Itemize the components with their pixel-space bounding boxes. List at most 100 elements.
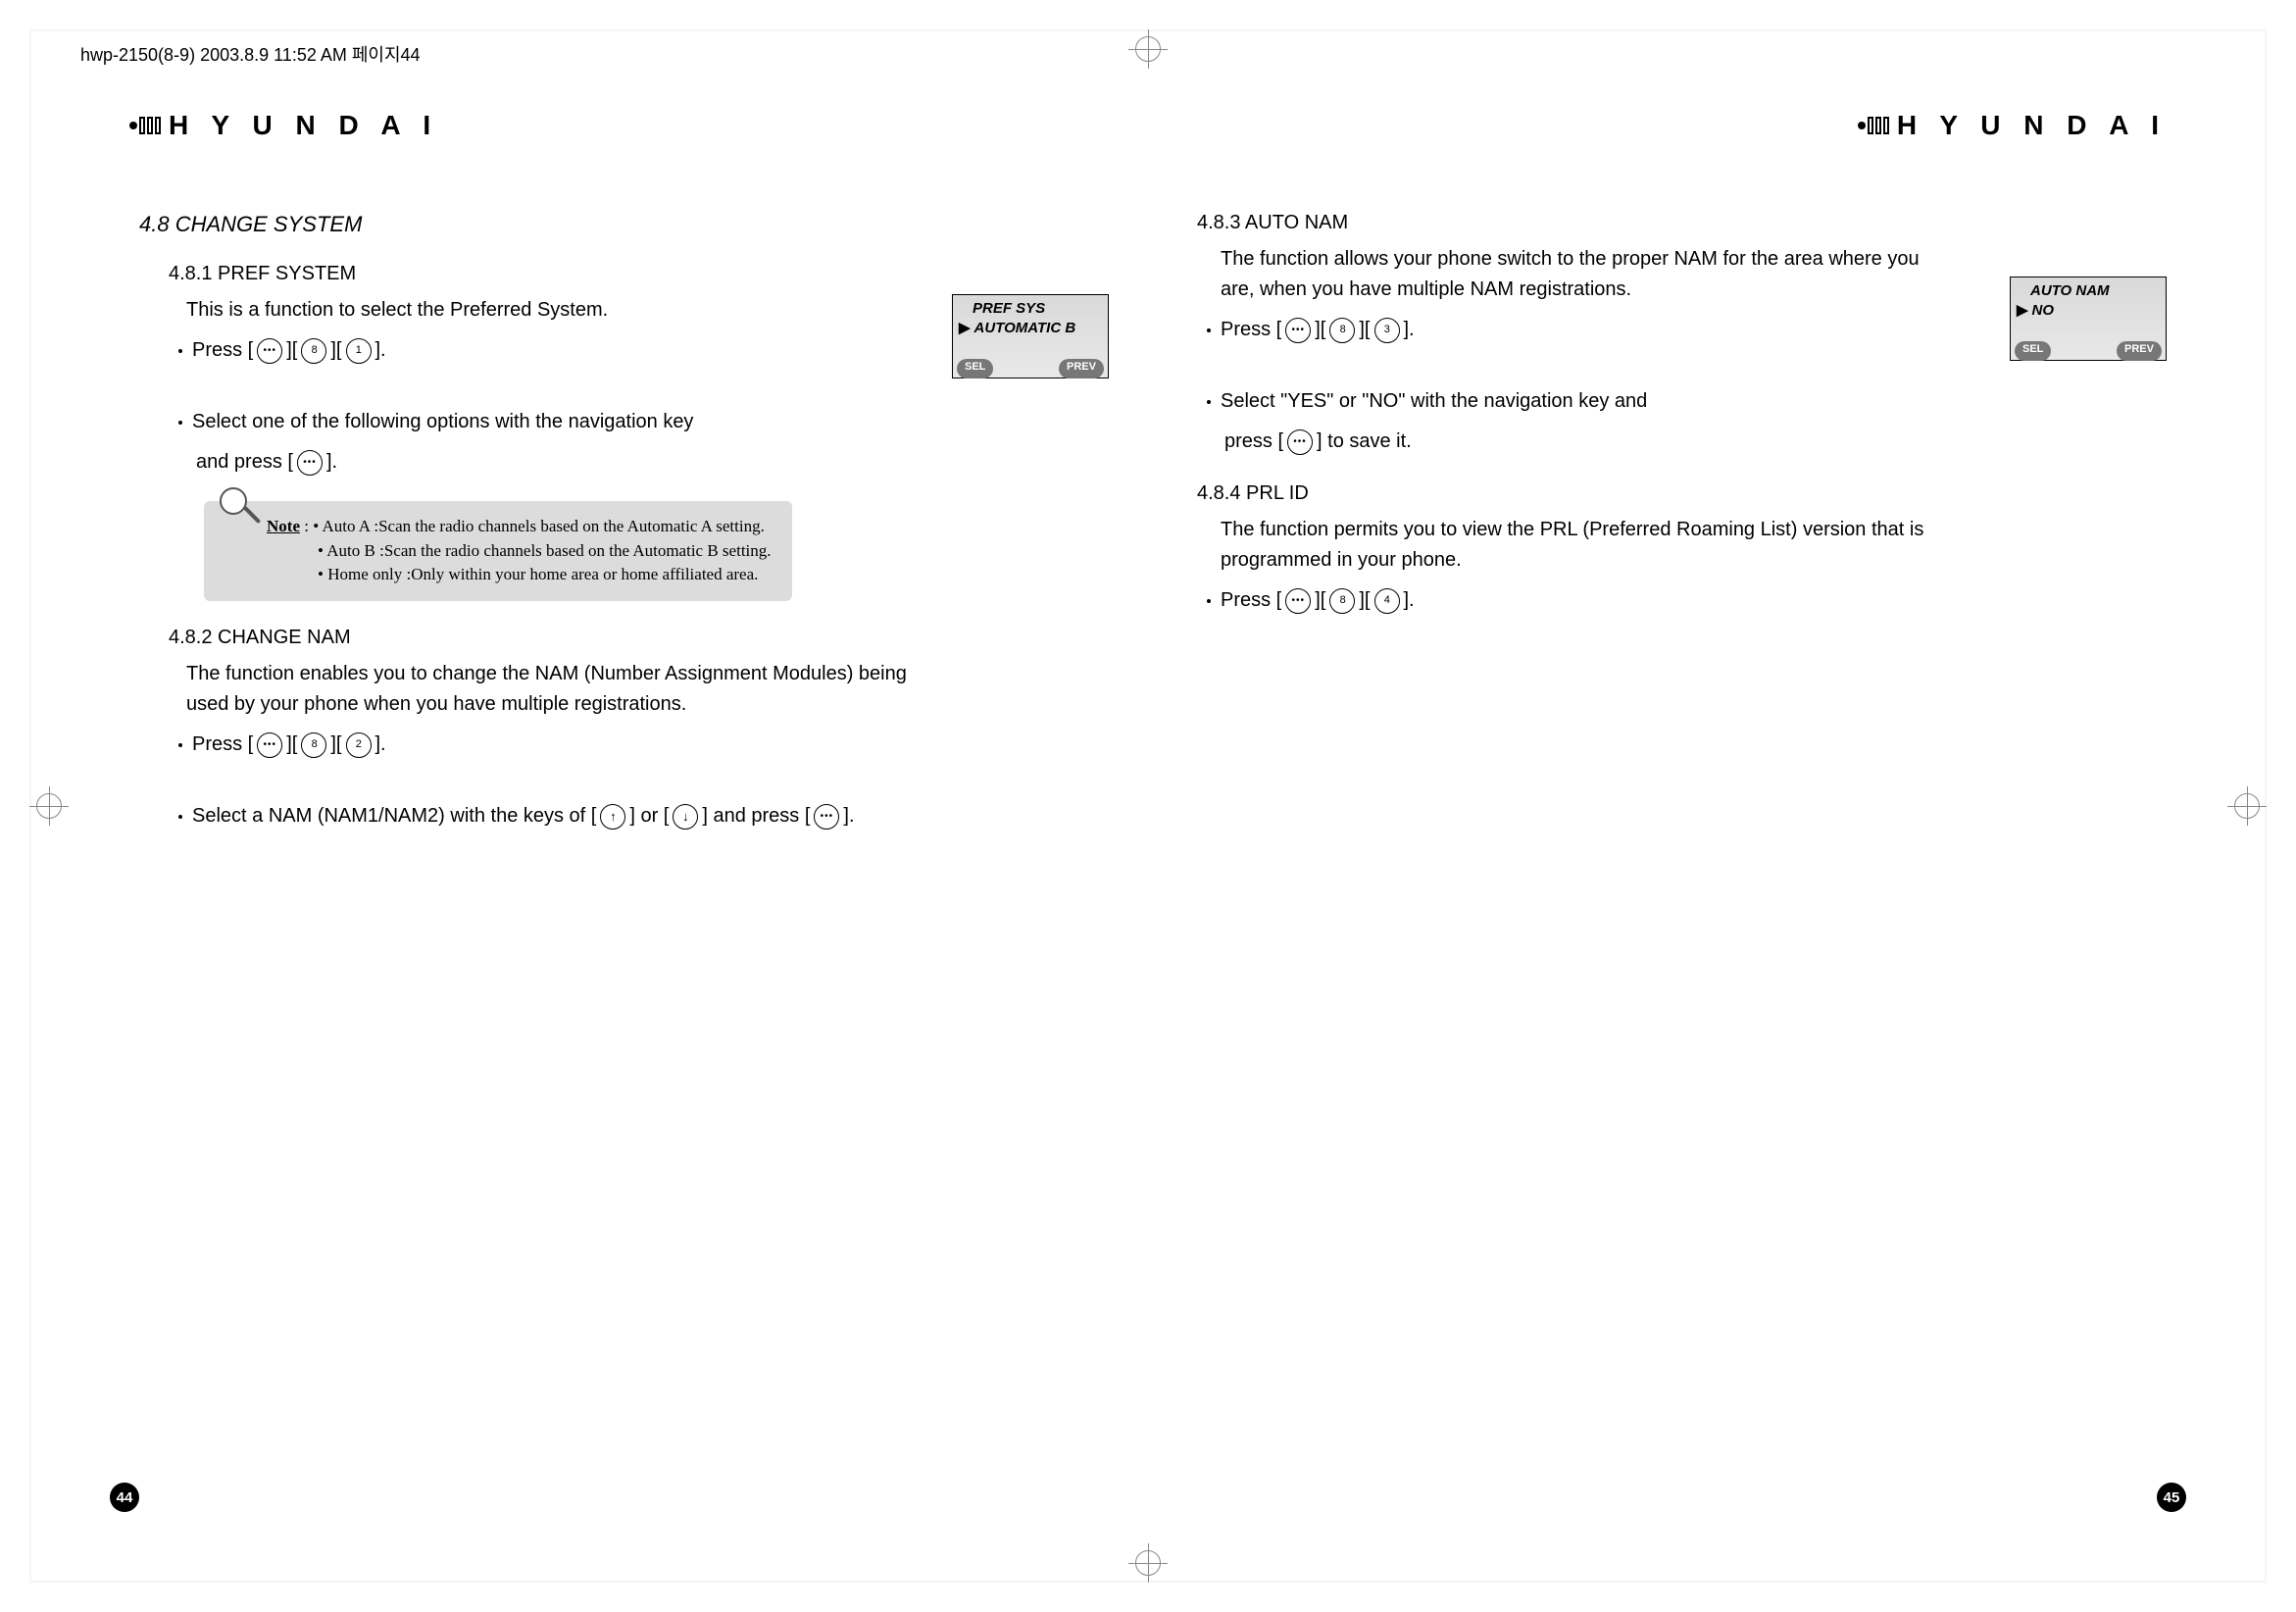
subsec-title: 4.8.2 CHANGE NAM [169, 623, 1109, 653]
step-press-keys: Press [ ][ 8 ][ 2 ]. [178, 730, 1109, 760]
phone-screen-pref-sys: PREF SYS ▶AUTOMATIC B SEL PREV [952, 294, 1109, 378]
softkey-prev: PREV [1059, 359, 1104, 378]
caret-icon: ▶ [959, 319, 971, 338]
step-text: and press [ [196, 447, 293, 478]
step-text: press [ [1224, 427, 1283, 457]
key-8-icon: 8 [1329, 588, 1355, 614]
sheet-inner: hwp-2150(8-9) 2003.8.9 11:52 AM 페이지44 H … [31, 31, 2265, 1581]
bullet-icon [1207, 328, 1211, 332]
subsec-desc: programmed in your phone. [1221, 545, 2167, 576]
step-text: Select one of the following options with… [192, 407, 693, 437]
subsec-desc: The function allows your phone switch to… [1221, 244, 2167, 275]
press-label: Press [ [1221, 585, 1281, 616]
sep: ][ [330, 335, 341, 366]
arrow-down-key-icon [673, 804, 698, 830]
step-text: Select "YES" or "NO" with the navigation… [1221, 386, 1647, 417]
sep: ][ [286, 335, 297, 366]
key-4-icon: 4 [1374, 588, 1400, 614]
right-content: 4.8.3 AUTO NAM The function allows your … [1187, 208, 2167, 616]
menu-key-icon [814, 804, 839, 830]
menu-key-icon [257, 338, 282, 364]
key-8-icon: 8 [1329, 318, 1355, 343]
screen-line-2: ▶NO [2017, 301, 2160, 321]
sep: ][ [1359, 315, 1370, 345]
bracket-close: ]. [1404, 585, 1415, 616]
sep: ][ [1315, 585, 1325, 616]
step-select-yes-no: Select "YES" or "NO" with the navigation… [1207, 386, 2167, 417]
key-2-icon: 2 [346, 732, 372, 758]
menu-key-icon [1285, 318, 1311, 343]
note-line-1: Note : • Auto A :Scan the radio channels… [267, 515, 774, 539]
brand-mark-icon [1858, 117, 1889, 134]
magnifier-icon [214, 485, 257, 544]
subsec-title: 4.8.3 AUTO NAM [1197, 208, 2167, 238]
page-number-left: 44 [110, 1483, 139, 1512]
sep: ][ [286, 730, 297, 760]
brand-logo-right: H Y U N D A I [1858, 110, 2167, 141]
step-text: ] to save it. [1317, 427, 1412, 457]
section-title-4-8: 4.8 CHANGE SYSTEM [139, 208, 1109, 241]
phone-screen-auto-nam: AUTO NAM ▶NO SEL PREV [2010, 277, 2167, 361]
registration-mark-bottom [1128, 1543, 1168, 1583]
menu-key-icon [297, 450, 323, 476]
sep: ][ [1315, 315, 1325, 345]
step-text: ] or [ [629, 801, 669, 831]
subsection-4-8-2: 4.8.2 CHANGE NAM The function enables yo… [169, 623, 1109, 831]
page-right: H Y U N D A I 4.8.3 AUTO NAM The functio… [1148, 110, 2206, 1522]
brand-logo-left: H Y U N D A I [129, 110, 438, 141]
bracket-close: ]. [1404, 315, 1415, 345]
sep: ][ [1359, 585, 1370, 616]
bullet-icon [178, 815, 182, 819]
brand-mark-icon [129, 117, 161, 134]
step-select-option: Select one of the following options with… [178, 407, 1109, 437]
press-label: Press [ [192, 335, 253, 366]
step-text: ] and press [ [702, 801, 810, 831]
bullet-icon [178, 743, 182, 747]
registration-mark-right [2227, 786, 2267, 826]
softkey-sel: SEL [957, 359, 993, 378]
menu-key-icon [257, 732, 282, 758]
subsec-title: 4.8.4 PRL ID [1197, 479, 2167, 509]
two-page-spread: H Y U N D A I 4.8 CHANGE SYSTEM 4.8.1 PR… [90, 110, 2206, 1522]
registration-mark-top [1128, 29, 1168, 69]
press-label: Press [ [192, 730, 253, 760]
softkey-sel: SEL [2015, 341, 2051, 361]
menu-key-icon [1287, 429, 1313, 455]
bracket-close: ]. [375, 730, 386, 760]
print-sheet: hwp-2150(8-9) 2003.8.9 11:52 AM 페이지44 H … [29, 29, 2267, 1583]
registration-mark-left [29, 786, 69, 826]
key-8-icon: 8 [301, 732, 326, 758]
press-label: Press [ [1221, 315, 1281, 345]
step-text: Select a NAM (NAM1/NAM2) with the keys o… [192, 801, 596, 831]
subsec-desc: The function permits you to view the PRL… [1221, 515, 2167, 545]
screen-line-1: AUTO NAM [2017, 281, 2160, 301]
bullet-icon [1207, 400, 1211, 404]
sep: ][ [330, 730, 341, 760]
step-select-nam: Select a NAM (NAM1/NAM2) with the keys o… [178, 801, 1109, 831]
key-1-icon: 1 [346, 338, 372, 364]
bullet-icon [178, 421, 182, 425]
step-text: ]. [326, 447, 337, 478]
brand-text: H Y U N D A I [1897, 110, 2167, 141]
screen-line-2: ▶AUTOMATIC B [959, 319, 1102, 338]
subsection-4-8-4: 4.8.4 PRL ID The function permits you to… [1197, 479, 2167, 616]
note-line-3: • Home only :Only within your home area … [318, 563, 774, 587]
note-label: Note [267, 517, 300, 535]
menu-key-icon [1285, 588, 1311, 614]
bullet-icon [178, 349, 182, 353]
screen-line-1: PREF SYS [959, 299, 1102, 319]
file-meta-header: hwp-2150(8-9) 2003.8.9 11:52 AM 페이지44 [80, 41, 421, 67]
page-left: H Y U N D A I 4.8 CHANGE SYSTEM 4.8.1 PR… [90, 110, 1148, 1522]
subsec-title: 4.8.1 PREF SYSTEM [169, 259, 1109, 289]
key-8-icon: 8 [301, 338, 326, 364]
bracket-close: ]. [375, 335, 386, 366]
note-box: Note : • Auto A :Scan the radio channels… [204, 501, 792, 601]
page-number-right: 45 [2157, 1483, 2186, 1512]
step-select-option-cont: and press [ ]. [196, 447, 1109, 478]
step-select-yes-no-cont: press [ ] to save it. [1224, 427, 2167, 457]
softkey-prev: PREV [2117, 341, 2162, 361]
brand-text: H Y U N D A I [169, 110, 438, 141]
bullet-icon [1207, 599, 1211, 603]
step-text: ]. [843, 801, 854, 831]
arrow-up-key-icon [600, 804, 625, 830]
